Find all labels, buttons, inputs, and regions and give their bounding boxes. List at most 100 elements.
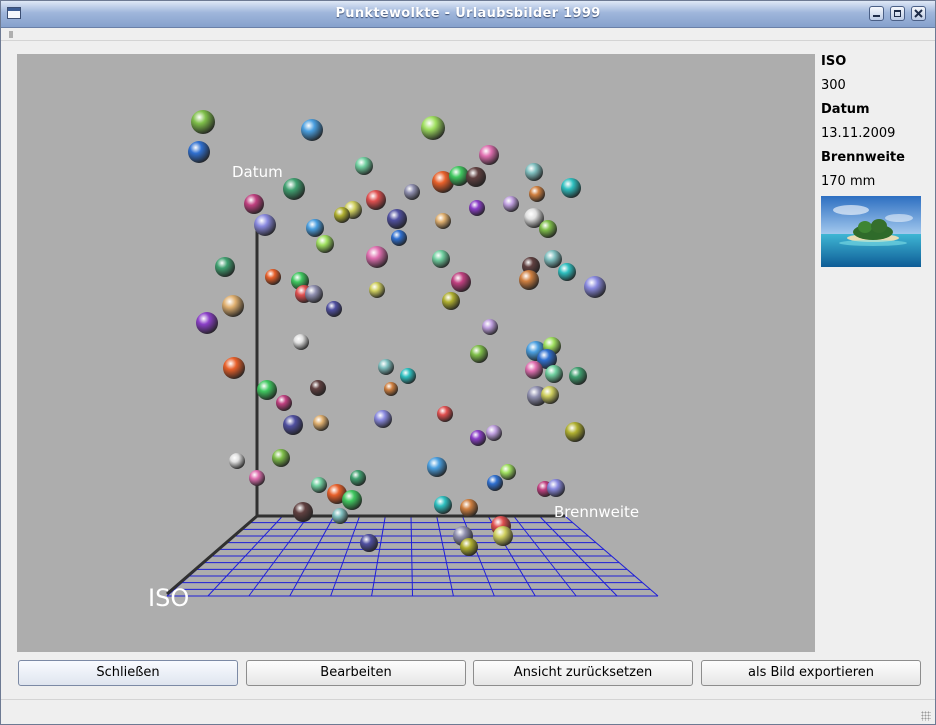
floor-grid xyxy=(166,515,659,597)
data-point-sphere[interactable] xyxy=(569,367,587,385)
data-point-sphere[interactable] xyxy=(525,163,543,181)
data-point-sphere[interactable] xyxy=(293,334,309,350)
data-point-sphere[interactable] xyxy=(449,166,469,186)
reset-view-button[interactable]: Ansicht zurücksetzen xyxy=(473,660,693,686)
data-point-sphere[interactable] xyxy=(460,538,478,556)
toolbar-handle[interactable] xyxy=(9,31,13,38)
data-point-sphere[interactable] xyxy=(369,282,385,298)
resize-grip[interactable] xyxy=(921,711,931,721)
data-point-sphere[interactable] xyxy=(215,257,235,277)
data-point-sphere[interactable] xyxy=(360,534,378,552)
data-point-sphere[interactable] xyxy=(366,190,386,210)
point-cloud-viewport[interactable]: Datum Brennweite ISO xyxy=(17,54,815,652)
data-point-sphere[interactable] xyxy=(254,214,276,236)
photo-thumbnail xyxy=(821,196,921,267)
data-point-sphere[interactable] xyxy=(432,250,450,268)
data-point-sphere[interactable] xyxy=(276,395,292,411)
data-point-sphere[interactable] xyxy=(547,479,565,497)
data-point-sphere[interactable] xyxy=(311,477,327,493)
data-point-sphere[interactable] xyxy=(313,415,329,431)
maximize-button[interactable] xyxy=(890,6,905,21)
data-point-sphere[interactable] xyxy=(249,470,265,486)
data-point-sphere[interactable] xyxy=(196,312,218,334)
data-point-sphere[interactable] xyxy=(421,116,445,140)
data-point-sphere[interactable] xyxy=(387,209,407,229)
data-point-sphere[interactable] xyxy=(306,219,324,237)
data-point-sphere[interactable] xyxy=(301,119,323,141)
data-point-sphere[interactable] xyxy=(293,502,313,522)
data-point-sphere[interactable] xyxy=(391,230,407,246)
data-point-sphere[interactable] xyxy=(451,272,471,292)
data-point-sphere[interactable] xyxy=(442,292,460,310)
data-point-sphere[interactable] xyxy=(584,276,606,298)
data-point-sphere[interactable] xyxy=(460,499,478,517)
edit-button[interactable]: Bearbeiten xyxy=(246,660,466,686)
data-point-sphere[interactable] xyxy=(519,270,539,290)
data-point-sphere[interactable] xyxy=(378,359,394,375)
focal-length-value: 170 mm xyxy=(821,174,876,189)
data-point-sphere[interactable] xyxy=(561,178,581,198)
close-button[interactable]: Schließen xyxy=(18,660,238,686)
data-point-sphere[interactable] xyxy=(539,220,557,238)
data-point-sphere[interactable] xyxy=(466,167,486,187)
data-point-sphere[interactable] xyxy=(188,141,210,163)
data-point-sphere[interactable] xyxy=(283,178,305,200)
title-bar[interactable]: Punktewolkte - Urlaubsbilder 1999 xyxy=(1,1,935,28)
data-point-sphere[interactable] xyxy=(223,357,245,379)
data-point-sphere[interactable] xyxy=(435,213,451,229)
data-point-sphere[interactable] xyxy=(434,496,452,514)
data-point-sphere[interactable] xyxy=(470,430,486,446)
data-point-sphere[interactable] xyxy=(355,157,373,175)
data-point-sphere[interactable] xyxy=(305,285,323,303)
toolbar-area xyxy=(1,28,935,41)
data-point-sphere[interactable] xyxy=(400,368,416,384)
data-point-sphere[interactable] xyxy=(525,361,543,379)
point-cloud-scene[interactable]: Datum Brennweite ISO xyxy=(17,54,815,652)
data-point-sphere[interactable] xyxy=(486,425,502,441)
data-point-sphere[interactable] xyxy=(529,186,545,202)
data-point-sphere[interactable] xyxy=(493,526,513,546)
data-point-sphere[interactable] xyxy=(503,196,519,212)
data-point-sphere[interactable] xyxy=(342,490,362,510)
minimize-button[interactable] xyxy=(869,6,884,21)
data-point-sphere[interactable] xyxy=(222,295,244,317)
data-point-sphere[interactable] xyxy=(482,319,498,335)
data-point-sphere[interactable] xyxy=(191,110,215,134)
data-point-sphere[interactable] xyxy=(558,263,576,281)
data-point-sphere[interactable] xyxy=(366,246,388,268)
close-window-button[interactable] xyxy=(911,6,926,21)
data-point-sphere[interactable] xyxy=(334,207,350,223)
iso-value: 300 xyxy=(821,78,846,93)
data-point-sphere[interactable] xyxy=(374,410,392,428)
data-point-sphere[interactable] xyxy=(350,470,366,486)
data-point-sphere[interactable] xyxy=(326,301,342,317)
data-point-sphere[interactable] xyxy=(316,235,334,253)
data-point-sphere[interactable] xyxy=(469,200,485,216)
main-window: Punktewolkte - Urlaubsbilder 1999 Datum … xyxy=(0,0,936,725)
data-point-sphere[interactable] xyxy=(427,457,447,477)
data-point-sphere[interactable] xyxy=(565,422,585,442)
window-title: Punktewolkte - Urlaubsbilder 1999 xyxy=(335,6,601,21)
axis-label-iso: ISO xyxy=(148,584,189,612)
data-point-sphere[interactable] xyxy=(487,475,503,491)
data-point-sphere[interactable] xyxy=(332,508,348,524)
data-point-sphere[interactable] xyxy=(545,365,563,383)
data-point-sphere[interactable] xyxy=(541,386,559,404)
date-label: Datum xyxy=(821,102,870,117)
data-point-sphere[interactable] xyxy=(272,449,290,467)
data-point-sphere[interactable] xyxy=(437,406,453,422)
data-point-sphere[interactable] xyxy=(310,380,326,396)
data-point-sphere[interactable] xyxy=(257,380,277,400)
info-panel: ISO 300 Datum 13.11.2009 Brennweite 170 … xyxy=(821,53,931,197)
data-point-sphere[interactable] xyxy=(265,269,281,285)
data-point-sphere[interactable] xyxy=(500,464,516,480)
data-point-sphere[interactable] xyxy=(229,453,245,469)
data-point-sphere[interactable] xyxy=(404,184,420,200)
data-point-sphere[interactable] xyxy=(283,415,303,435)
data-point-sphere[interactable] xyxy=(544,250,562,268)
data-point-sphere[interactable] xyxy=(244,194,264,214)
data-point-sphere[interactable] xyxy=(384,382,398,396)
export-image-button[interactable]: als Bild exportieren xyxy=(701,660,921,686)
data-point-sphere[interactable] xyxy=(470,345,488,363)
data-point-sphere[interactable] xyxy=(479,145,499,165)
